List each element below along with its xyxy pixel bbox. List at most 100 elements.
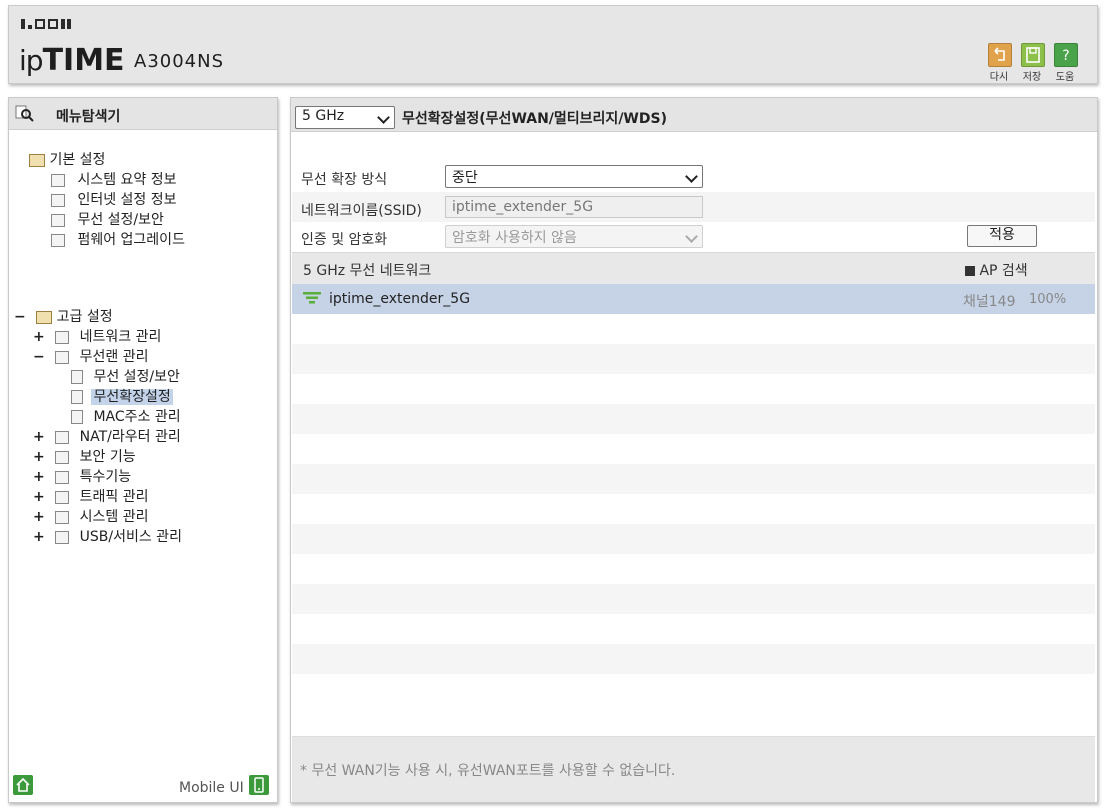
collapse-icon[interactable]: − xyxy=(14,309,26,325)
extension-mode-value: 중단 xyxy=(452,170,478,186)
network-list-title: 5 GHz 무선 네트워크 xyxy=(303,263,432,279)
tree-item-wireless-settings[interactable]: 무선 설정/보안 xyxy=(71,366,180,386)
chevron-down-icon xyxy=(685,170,698,183)
band-select[interactable]: 5 GHz xyxy=(295,106,395,129)
tree-traffic-management[interactable]: + 트래픽 관리 xyxy=(33,486,149,506)
tree-item-label[interactable]: 네트워크 관리 xyxy=(80,329,162,345)
band-select-value: 5 GHz xyxy=(302,108,345,124)
tree-item-label[interactable]: NAT/라우터 관리 xyxy=(80,429,181,445)
empty-row xyxy=(292,524,1095,554)
tree-item-mac-address[interactable]: MAC주소 관리 xyxy=(71,406,181,426)
tree-item-label[interactable]: 무선 설정/보안 xyxy=(77,212,163,228)
help-button[interactable]: ? xyxy=(1054,43,1078,67)
collapse-icon[interactable]: − xyxy=(33,349,45,365)
network-channel: 채널149 xyxy=(963,294,1016,310)
tree-item-firmware-upgrade[interactable]: 펌웨어 업그레이드 xyxy=(51,229,185,249)
tree-basic-settings[interactable]: 기본 설정 xyxy=(29,149,105,169)
tree-security[interactable]: + 보안 기능 xyxy=(33,446,136,466)
expand-icon[interactable]: + xyxy=(33,509,45,525)
undo-button[interactable] xyxy=(988,43,1012,67)
help-icon: ? xyxy=(1062,48,1069,64)
tree-usb-service[interactable]: + USB/서비스 관리 xyxy=(33,526,182,546)
tree-item-label[interactable]: 무선랜 관리 xyxy=(80,349,149,365)
lock-icon xyxy=(55,450,70,464)
menu-explorer-header: 메뉴탐색기 xyxy=(9,98,277,130)
ap-search-button[interactable]: AP 검색 xyxy=(965,260,1028,280)
home-button[interactable] xyxy=(13,775,33,795)
save-icon xyxy=(1026,47,1040,63)
ssid-label: 네트워크이름(SSID) xyxy=(301,203,422,219)
auth-select[interactable]: 암호화 사용하지 않음 xyxy=(445,225,703,248)
mobile-ui-link[interactable]: Mobile UI xyxy=(179,780,244,796)
expand-icon[interactable]: + xyxy=(33,489,45,505)
save-label[interactable]: 저장 xyxy=(1017,68,1047,83)
undo-icon xyxy=(994,47,1005,61)
mobile-ui-button[interactable] xyxy=(249,775,269,795)
empty-row xyxy=(292,584,1095,614)
expand-icon[interactable]: + xyxy=(33,529,45,545)
footnote-bar: * 무선 WAN기능 사용 시, 유선WAN포트를 사용할 수 없습니다. xyxy=(292,736,1095,802)
undo-label[interactable]: 다시 xyxy=(984,68,1014,83)
network-ssid[interactable]: iptime_extender_5G xyxy=(329,291,470,307)
usb-icon xyxy=(55,530,70,544)
upgrade-icon xyxy=(51,233,65,247)
tree-item-label[interactable]: 시스템 요약 정보 xyxy=(77,172,176,188)
router-icon xyxy=(55,430,70,444)
tree-wireless-management[interactable]: − 무선랜 관리 xyxy=(33,346,149,366)
grid-icon xyxy=(55,470,70,484)
header-bar: ipTIME A3004NS 다시 저장 ? 도움 xyxy=(8,5,1098,84)
chevron-down-icon xyxy=(685,230,698,243)
help-label[interactable]: 도움 xyxy=(1050,68,1080,83)
tree-item-wireless-security[interactable]: 무선 설정/보안 xyxy=(51,209,164,229)
monitor-icon xyxy=(51,193,65,207)
expand-icon[interactable]: + xyxy=(33,449,45,465)
tree-system-management[interactable]: + 시스템 관리 xyxy=(33,506,149,526)
tree-item-label[interactable]: 펌웨어 업그레이드 xyxy=(77,232,185,248)
menu-explorer-title: 메뉴탐색기 xyxy=(56,109,121,125)
expand-icon[interactable]: + xyxy=(33,329,45,345)
smartphone-icon xyxy=(254,777,264,793)
tree-special-functions[interactable]: + 특수기능 xyxy=(33,466,131,486)
tree-item-label[interactable]: MAC주소 관리 xyxy=(93,409,180,425)
chevron-down-icon xyxy=(377,111,390,124)
ssid-input[interactable]: iptime_extender_5G xyxy=(445,196,703,218)
signal-strength-icon xyxy=(303,292,321,304)
logo-mark xyxy=(21,19,71,29)
tree-item-label[interactable]: USB/서비스 관리 xyxy=(80,529,182,545)
tree-item-label[interactable]: 트래픽 관리 xyxy=(80,489,149,505)
tree-advanced-settings[interactable]: − 고급 설정 xyxy=(14,306,113,326)
tree-basic-settings-label[interactable]: 기본 설정 xyxy=(49,152,105,168)
tree-item-label-selected[interactable]: 무선확장설정 xyxy=(91,389,173,405)
empty-row xyxy=(292,344,1095,374)
auth-select-value: 암호화 사용하지 않음 xyxy=(452,230,577,246)
tree-item-wireless-extension[interactable]: 무선확장설정 xyxy=(71,386,173,406)
expand-icon[interactable]: + xyxy=(33,429,45,445)
tree-network-management[interactable]: + 네트워크 관리 xyxy=(33,326,161,346)
tree-item-label[interactable]: 보안 기능 xyxy=(80,449,136,465)
tree-item-label[interactable]: 인터넷 설정 정보 xyxy=(77,192,176,208)
save-button[interactable] xyxy=(1021,43,1045,67)
page-icon xyxy=(71,390,83,404)
search-square-icon xyxy=(965,266,975,276)
apply-button[interactable]: 적용 xyxy=(967,225,1037,247)
page-icon xyxy=(71,410,83,424)
folder-icon xyxy=(36,310,53,324)
content-header: 5 GHz 무선확장설정(무선WAN/멀티브리지/WDS) xyxy=(291,98,1097,132)
empty-row xyxy=(292,404,1095,434)
footnote-text: * 무선 WAN기능 사용 시, 유선WAN포트를 사용할 수 없습니다. xyxy=(300,763,676,779)
brand-logo: ipTIME xyxy=(19,43,125,78)
tree-item-system-summary[interactable]: 시스템 요약 정보 xyxy=(51,169,177,189)
extension-mode-select[interactable]: 중단 xyxy=(445,165,703,188)
tree-item-label[interactable]: 시스템 관리 xyxy=(80,509,149,525)
tree-item-label[interactable]: 무선 설정/보안 xyxy=(93,369,179,385)
wifi-icon xyxy=(51,213,65,227)
tree-nat-router[interactable]: + NAT/라우터 관리 xyxy=(33,426,181,446)
network-signal: 100% xyxy=(1029,292,1067,307)
tree-advanced-settings-label[interactable]: 고급 설정 xyxy=(57,309,113,325)
tree-item-label[interactable]: 특수기능 xyxy=(80,469,132,485)
ap-search-label[interactable]: AP 검색 xyxy=(979,263,1027,279)
menu-explorer: 메뉴탐색기 기본 설정 시스템 요약 정보 인터넷 설정 정보 무선 설정/보안… xyxy=(8,97,278,803)
tree-item-internet-info[interactable]: 인터넷 설정 정보 xyxy=(51,189,177,209)
empty-row xyxy=(292,644,1095,674)
expand-icon[interactable]: + xyxy=(33,469,45,485)
